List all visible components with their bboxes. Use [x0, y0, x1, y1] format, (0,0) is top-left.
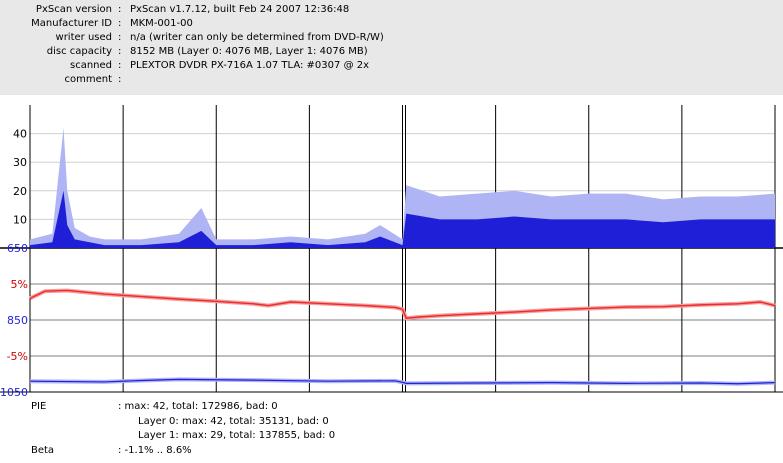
info-label: disc capacity [46, 46, 112, 57]
info-value: 8152 MB (Layer 0: 4076 MB, Layer 1: 4076… [130, 46, 368, 57]
scan-info-header: PxScan version : PxScan v1.7.12, built F… [0, 0, 783, 95]
pie-label: PIE [31, 401, 47, 412]
y-tick-label: 30 [13, 156, 27, 169]
y-tick-label: 650 [7, 242, 28, 255]
info-value: MKM-001-00 [130, 18, 193, 29]
info-value: PxScan v1.7.12, built Feb 24 2007 12:36:… [130, 4, 350, 15]
y-tick-label: 10 [13, 213, 27, 226]
y-tick-label: 1050 [0, 386, 28, 398]
info-colon: : [118, 32, 122, 43]
info-label: Manufacturer ID [31, 18, 112, 29]
info-colon: : [118, 4, 122, 15]
y-tick-label: 40 [13, 128, 27, 141]
info-value: PLEXTOR DVDR PX-716A 1.07 TLA: #0307 @ 2… [130, 60, 370, 71]
scan-summary: PIE : max: 42, total: 172986, bad: 0 Lay… [0, 398, 783, 463]
scan-chart: 10 20 30 40 650 5% 850 -5% 1050 [0, 105, 783, 398]
y-tick-label: -5% [7, 350, 28, 363]
info-colon: : [118, 18, 122, 29]
info-colon: : [118, 74, 122, 85]
chart-grid [0, 105, 783, 393]
pie-layer0: Layer 0: max: 42, total: 35131, bad: 0 [138, 416, 329, 427]
y-tick-label: 850 [7, 314, 28, 327]
info-label: scanned [69, 60, 112, 71]
y-tick-label: 20 [13, 185, 27, 198]
beta-value: : -1.1% .. 8.6% [118, 445, 192, 456]
info-value: n/a (writer can only be determined from … [130, 32, 384, 43]
pie-total: : max: 42, total: 172986, bad: 0 [118, 401, 278, 412]
info-label: comment [64, 74, 112, 85]
y-tick-label: 5% [11, 278, 28, 291]
info-label: PxScan version [35, 4, 112, 15]
pie-layer1: Layer 1: max: 29, total: 137855, bad: 0 [138, 430, 336, 441]
info-colon: : [118, 60, 122, 71]
axis-labels: 10 20 30 40 650 5% 850 -5% 1050 [0, 128, 28, 398]
beta-label: Beta [31, 445, 55, 456]
info-colon: : [118, 46, 122, 57]
info-label: writer used [55, 32, 112, 43]
